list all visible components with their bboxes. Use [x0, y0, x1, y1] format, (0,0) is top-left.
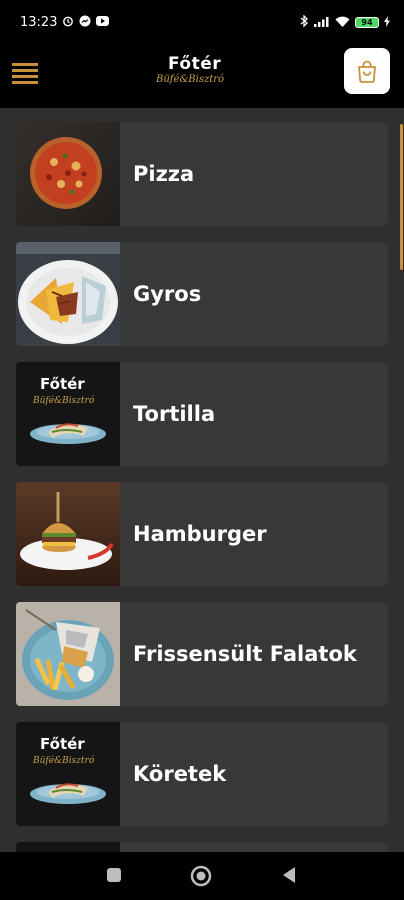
- battery-icon: 94: [355, 16, 379, 28]
- category-label: Gyros: [133, 282, 202, 306]
- fried-snacks-photo: [16, 602, 120, 706]
- category-label: Pizza: [133, 162, 195, 186]
- wifi-icon: [335, 16, 350, 29]
- status-bar-right: 94: [300, 14, 390, 29]
- category-label: Frissensült Falatok: [133, 642, 357, 666]
- svg-text:Büfé&Bisztró: Büfé&Bisztró: [32, 395, 95, 406]
- category-card-frissensult-falatok[interactable]: Frissensült Falatok: [16, 602, 388, 706]
- hamburger-menu-icon[interactable]: [12, 60, 40, 88]
- category-list: Pizza Gyros Főtér Büfé&Bisztró Tortilla …: [16, 122, 388, 882]
- pizza-photo: [16, 122, 120, 226]
- category-card-hamburger[interactable]: Hamburger: [16, 482, 388, 586]
- back-icon[interactable]: [281, 866, 297, 888]
- svg-text:Főtér: Főtér: [40, 735, 85, 753]
- charging-icon: [384, 15, 390, 29]
- logo-title: Főtér: [168, 54, 222, 74]
- shopping-bag-icon: [358, 60, 376, 83]
- svg-text:Főtér: Főtér: [40, 375, 85, 393]
- category-card-pizza[interactable]: Pizza: [16, 122, 388, 226]
- status-bar-left: 13:23: [20, 14, 110, 30]
- bluetooth-icon: [300, 14, 309, 29]
- logo: Főtér Büfé&Bisztró: [150, 54, 254, 98]
- logo-subtitle: Büfé&Bisztró: [156, 74, 225, 85]
- sides-photo: Főtér Büfé&Bisztró: [16, 722, 120, 826]
- home-icon[interactable]: [190, 865, 212, 891]
- gyros-photo: [16, 242, 120, 346]
- category-label: Hamburger: [133, 522, 267, 546]
- category-card-tortilla[interactable]: Főtér Büfé&Bisztró Tortilla: [16, 362, 388, 466]
- youtube-icon: [96, 16, 110, 28]
- messenger-icon: [79, 15, 91, 29]
- tortilla-photo: Főtér Büfé&Bisztró: [16, 362, 120, 466]
- status-bar: 13:23 94: [0, 0, 404, 44]
- cart-button[interactable]: [344, 48, 390, 94]
- recent-apps-icon[interactable]: [105, 866, 123, 888]
- scrollbar-thumb[interactable]: [400, 124, 403, 270]
- svg-text:Büfé&Bisztró: Büfé&Bisztró: [32, 755, 95, 766]
- signal-icon: [314, 16, 330, 29]
- status-time: 13:23: [20, 14, 58, 30]
- category-label: Tortilla: [133, 402, 216, 426]
- category-card-gyros[interactable]: Gyros: [16, 242, 388, 346]
- category-card-koretek[interactable]: Főtér Büfé&Bisztró Köretek: [16, 722, 388, 826]
- alarm-icon: [62, 15, 74, 29]
- category-label: Köretek: [133, 762, 227, 786]
- hamburger-photo: [16, 482, 120, 586]
- system-nav-bar: [0, 852, 404, 900]
